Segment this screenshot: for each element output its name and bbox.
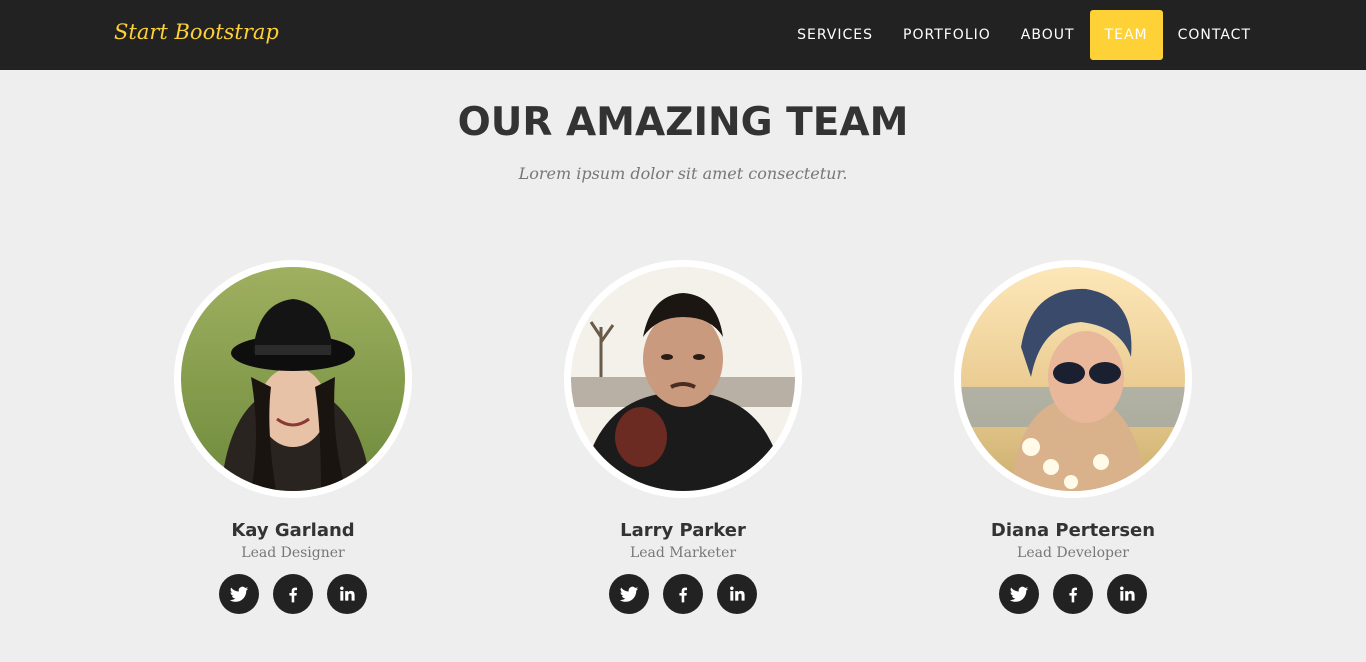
nav-item-team[interactable]: TEAM: [1089, 10, 1163, 60]
linkedin-button[interactable]: [717, 574, 757, 614]
nav-item-about[interactable]: ABOUT: [1006, 10, 1090, 60]
nav-item-contact[interactable]: CONTACT: [1163, 10, 1266, 60]
facebook-icon: [679, 587, 687, 603]
linkedin-icon: [730, 586, 745, 601]
facebook-button[interactable]: [1053, 574, 1093, 614]
social-links: [163, 574, 423, 614]
team-member: Larry Parker Lead Marketer: [553, 260, 813, 614]
twitter-button[interactable]: [609, 574, 649, 614]
nav-menu: SERVICES PORTFOLIO ABOUT TEAM CONTACT: [782, 10, 1266, 60]
team-member: Diana Pertersen Lead Developer: [943, 260, 1203, 614]
member-role: Lead Designer: [241, 545, 345, 561]
twitter-button[interactable]: [999, 574, 1039, 614]
navbar: Start Bootstrap SERVICES PORTFOLIO ABOUT…: [0, 0, 1366, 70]
facebook-button[interactable]: [273, 574, 313, 614]
avatar-photo: [564, 260, 802, 498]
linkedin-icon: [1120, 586, 1135, 601]
facebook-icon: [1069, 587, 1077, 603]
twitter-icon: [229, 586, 249, 602]
social-links: [943, 574, 1203, 614]
nav-item-services[interactable]: SERVICES: [782, 10, 888, 60]
social-links: [553, 574, 813, 614]
avatar-photo: [954, 260, 1192, 498]
brand-logo[interactable]: Start Bootstrap: [114, 20, 279, 44]
team-member: Kay Garland Lead Designer: [163, 260, 423, 614]
nav-item-portfolio[interactable]: PORTFOLIO: [888, 10, 1006, 60]
linkedin-button[interactable]: [327, 574, 367, 614]
twitter-icon: [1009, 586, 1029, 602]
avatar-photo: [174, 260, 412, 498]
section-subtitle: Lorem ipsum dolor sit amet consectetur.: [518, 164, 848, 183]
linkedin-button[interactable]: [1107, 574, 1147, 614]
twitter-button[interactable]: [219, 574, 259, 614]
facebook-button[interactable]: [663, 574, 703, 614]
member-name: Kay Garland: [231, 520, 355, 541]
section-title: OUR AMAZING TEAM: [457, 100, 909, 145]
member-role: Lead Marketer: [629, 545, 737, 561]
facebook-icon: [289, 587, 297, 603]
member-name: Diana Pertersen: [990, 520, 1156, 541]
member-name: Larry Parker: [620, 520, 746, 541]
linkedin-icon: [340, 586, 355, 601]
member-role: Lead Developer: [1017, 545, 1129, 561]
twitter-icon: [619, 586, 639, 602]
